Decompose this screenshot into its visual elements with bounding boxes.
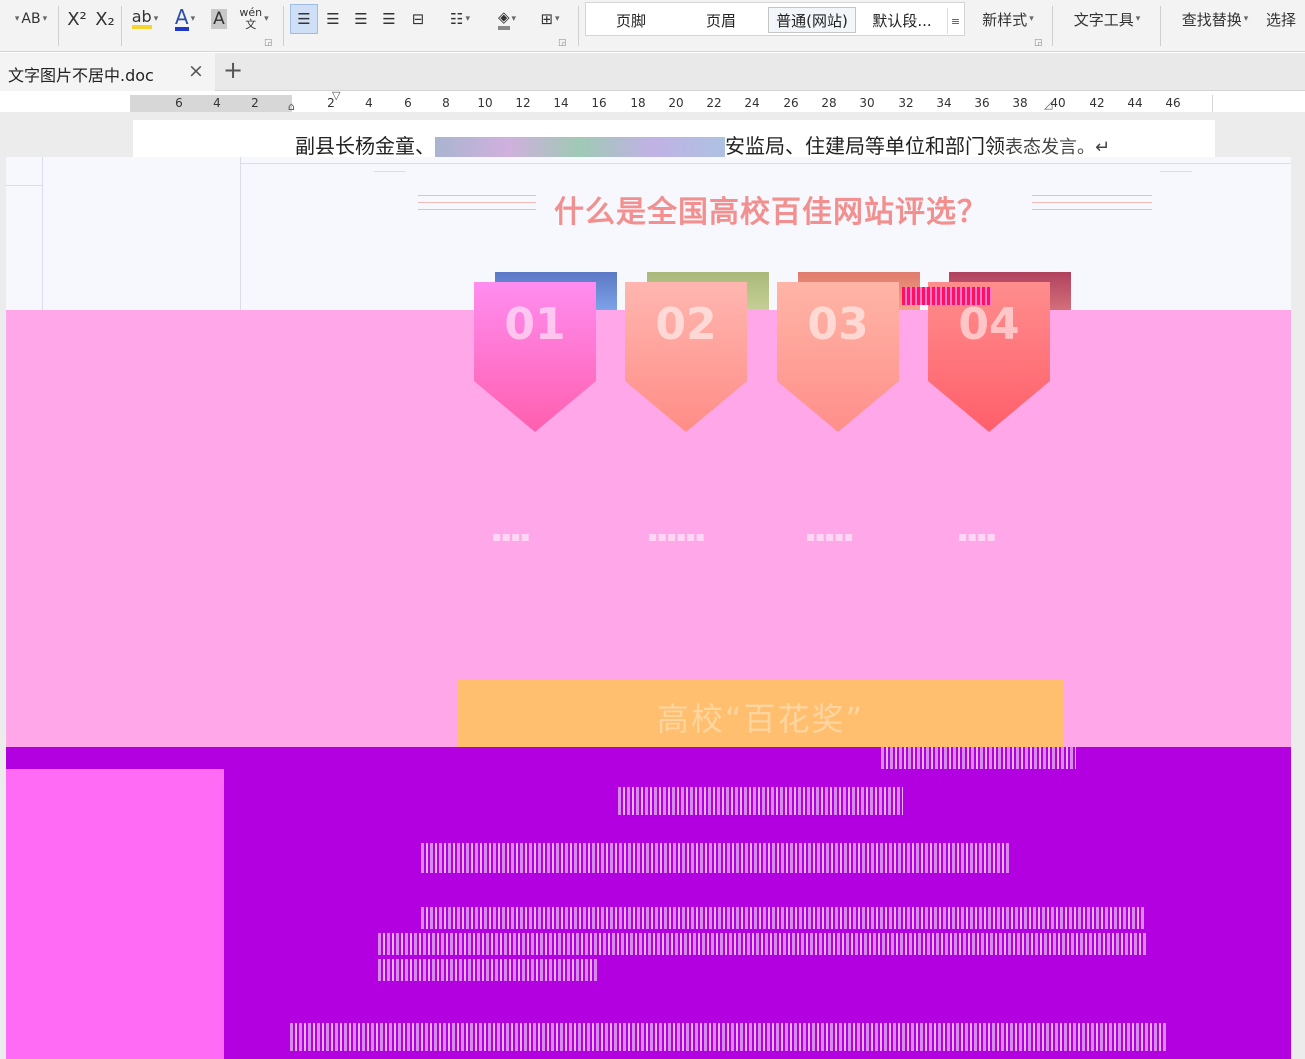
justify-icon: ☰: [382, 10, 396, 28]
highlight-button[interactable]: ab ▾: [126, 4, 164, 34]
style-default-paragraph[interactable]: 默认段...: [860, 7, 944, 33]
subscript-button[interactable]: X₂: [92, 4, 118, 34]
ruler-number: 38: [1012, 96, 1028, 110]
distribute-icon: ⊟: [411, 10, 425, 28]
badge-number: 02: [655, 299, 717, 350]
ruler-number: 24: [744, 96, 760, 110]
ruler-number: 2: [251, 96, 259, 110]
ruler-number: 8: [442, 96, 450, 110]
font-color-icon: A: [174, 4, 189, 31]
ruler-number: 36: [974, 96, 990, 110]
font-color-button[interactable]: A ▾: [166, 4, 204, 34]
ruler-number: 32: [898, 96, 914, 110]
superscript-button[interactable]: X²: [64, 4, 90, 34]
distribute-button[interactable]: ⊟: [404, 4, 432, 34]
align-right-icon: ☰: [354, 10, 368, 28]
align-left-icon: ☰: [297, 10, 311, 28]
ruler-number: 34: [936, 96, 952, 110]
badge-caption: ▪▪▪▪: [492, 529, 530, 545]
font-dialog-launcher-icon[interactable]: ◲: [264, 38, 273, 48]
ruler-number: 28: [821, 96, 837, 110]
artifact-strip: [902, 287, 992, 305]
ruler-number: 16: [591, 96, 607, 110]
shading-button[interactable]: ◈ ▾: [486, 4, 528, 34]
align-center-icon: ☰: [326, 10, 340, 28]
ruler-number: 4: [213, 96, 221, 110]
tab-title: 文字图片不居中.doc: [8, 66, 154, 85]
ruler-number: 30: [859, 96, 875, 110]
tab-active-document[interactable]: 文字图片不居中.doc ×: [0, 53, 215, 91]
line-spacing-button[interactable]: ☷ ▾: [440, 4, 480, 34]
paint-bucket-icon: ◈: [497, 8, 510, 30]
style-gallery-more-icon[interactable]: ≡: [947, 8, 963, 34]
new-style-button[interactable]: 新样式 ▾: [972, 4, 1044, 34]
badge-caption: ▪▪▪▪▪: [806, 529, 854, 545]
ruler-number: 22: [706, 96, 722, 110]
horizontal-ruler[interactable]: 6 4 2 2 4 6 8 10 12 14 16 18 20 22 24 26…: [130, 89, 1213, 113]
ruler-number: 42: [1089, 96, 1105, 110]
ruler-number: 26: [783, 96, 799, 110]
align-center-button[interactable]: ☰: [320, 4, 346, 34]
badge-number: 03: [807, 299, 869, 350]
select-button[interactable]: 选择: [1266, 4, 1305, 34]
text-tools-button[interactable]: 文字工具 ▾: [1062, 4, 1152, 34]
ruler-number: 12: [515, 96, 531, 110]
char-shading-button[interactable]: A: [206, 4, 232, 34]
web-purple-section: [6, 747, 1291, 1059]
ruler-number: 14: [553, 96, 569, 110]
style-normal-web[interactable]: 普通(网站): [768, 7, 856, 33]
style-header[interactable]: 页眉: [678, 7, 764, 33]
badge-number: 01: [504, 299, 566, 350]
align-right-button[interactable]: ☰: [348, 4, 374, 34]
web-award-banner[interactable]: 高校“百花奖”: [457, 679, 1064, 755]
badge-number: 04: [958, 299, 1020, 350]
web-side-panel: [6, 769, 224, 1059]
ruler-number: 44: [1127, 96, 1143, 110]
document-tab-bar: 文字图片不居中.doc × +: [0, 53, 1305, 91]
ruler-number: 40: [1050, 96, 1066, 110]
strikethrough-button[interactable]: ▾ AB ▾: [6, 4, 56, 34]
close-icon[interactable]: ×: [188, 60, 204, 82]
char-shading-icon: A: [211, 9, 227, 29]
title-decoration-right: [1032, 195, 1152, 217]
garbled-text-region: [435, 136, 725, 159]
style-footer[interactable]: 页脚: [588, 7, 674, 33]
border-icon: ⊞: [540, 10, 554, 28]
badge-caption: ▪▪▪▪▪▪: [648, 529, 705, 545]
phonetic-guide-button[interactable]: wén 文 ▾: [234, 4, 274, 34]
align-left-button[interactable]: ☰: [290, 4, 318, 34]
ruler-number: 18: [630, 96, 646, 110]
justify-button[interactable]: ☰: [376, 4, 402, 34]
right-indent-marker-icon[interactable]: ◿: [1044, 98, 1052, 111]
ruler-number: 6: [175, 96, 183, 110]
ruler-number: 6: [404, 96, 412, 110]
ribbon-toolbar: ▾ AB ▾ X² X₂ ab ▾ A ▾ A wén 文 ▾ ◲ ☰ ☰ ☰ ☰ ⊟ ☷ ▾…: [0, 0, 1305, 52]
first-line-indent-marker-icon[interactable]: ▽: [332, 89, 340, 102]
ruler-number: 4: [365, 96, 373, 110]
style-gallery: 页脚 页眉 普通(网站) 默认段... ≡: [585, 2, 965, 36]
phonetic-icon: wén 文: [239, 6, 263, 31]
ruler-number: 46: [1165, 96, 1181, 110]
ruler-number: 10: [477, 96, 493, 110]
web-section-title: 什么是全国高校百佳网站评选？: [554, 195, 988, 230]
title-decoration-left: [418, 195, 536, 217]
highlighter-icon: ab: [131, 9, 152, 29]
borders-button[interactable]: ⊞ ▾: [530, 4, 570, 34]
ruler-number: 20: [668, 96, 684, 110]
new-tab-plus-icon[interactable]: +: [223, 56, 243, 84]
badge-caption: ▪▪▪▪: [958, 529, 996, 545]
embedded-web-image[interactable]: 什么是全国高校百佳网站评选？ 01 02 03 04 ▪▪▪▪ ▪▪▪▪▪▪ ▪…: [6, 157, 1291, 1059]
styles-dialog-launcher-icon[interactable]: ◲: [1034, 38, 1043, 48]
line-spacing-icon: ☷: [450, 10, 464, 28]
find-replace-button[interactable]: 查找替换 ▾: [1170, 4, 1260, 34]
document-text-line[interactable]: 副县长杨金童、 安监局、住建局等单位和部门领表态发言。↵: [295, 130, 1110, 159]
paragraph-dialog-launcher-icon[interactable]: ◲: [558, 38, 567, 48]
